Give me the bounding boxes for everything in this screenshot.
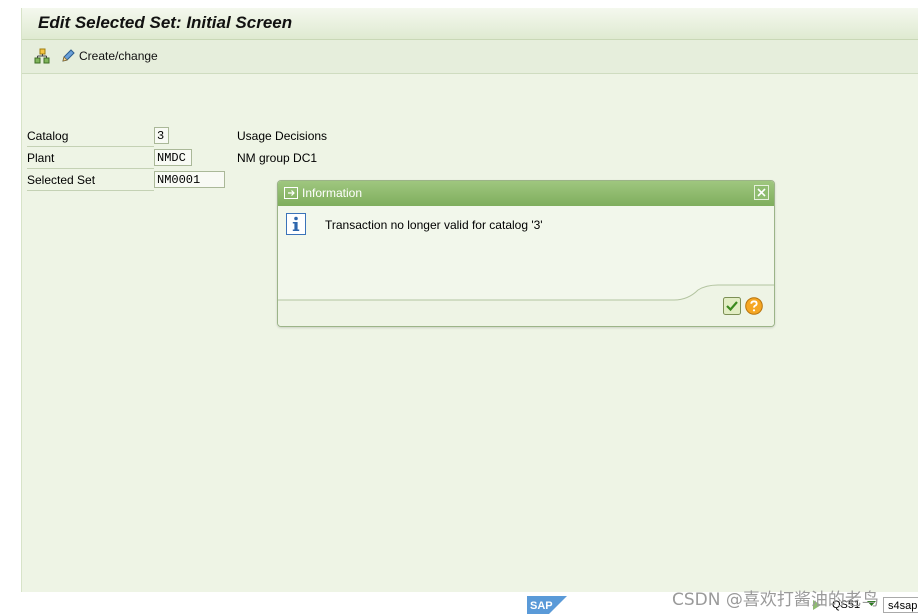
sap-logo: SAP xyxy=(527,596,567,614)
close-icon xyxy=(757,188,766,197)
information-dialog: Information Transaction no longer valid … xyxy=(277,180,775,327)
dialog-window-icon xyxy=(284,187,298,199)
plant-row: Plant NMDC NM group DC1 xyxy=(27,149,427,169)
create-change-label: Create/change xyxy=(79,49,158,63)
close-button[interactable] xyxy=(754,185,769,200)
other-set-button[interactable] xyxy=(34,47,50,65)
catalog-description: Usage Decisions xyxy=(237,129,328,143)
help-icon xyxy=(745,297,763,315)
svg-text:SAP: SAP xyxy=(530,600,553,612)
dialog-header: Information xyxy=(278,181,774,206)
create-change-button[interactable]: Create/change xyxy=(60,47,158,65)
plant-description: NM group DC1 xyxy=(237,151,318,165)
catalog-row: Catalog 3 Usage Decisions xyxy=(27,127,427,147)
dialog-message: Transaction no longer valid for catalog … xyxy=(325,218,543,232)
selected-set-field[interactable]: NM0001 xyxy=(154,171,225,188)
selected-set-label: Selected Set xyxy=(27,171,154,191)
plant-label: Plant xyxy=(27,149,154,169)
info-icon xyxy=(286,213,306,235)
help-button[interactable] xyxy=(745,297,763,315)
page-title: Edit Selected Set: Initial Screen xyxy=(38,13,293,32)
catalog-field[interactable]: 3 xyxy=(154,127,169,144)
confirm-button[interactable] xyxy=(723,297,741,315)
watermark: CSDN @喜欢打酱油的老鸟 xyxy=(672,590,879,610)
title-bar: Edit Selected Set: Initial Screen xyxy=(22,8,918,40)
dialog-footer xyxy=(278,284,774,326)
plant-field[interactable]: NMDC xyxy=(154,149,192,166)
checkmark-icon xyxy=(723,297,741,315)
status-server: s4sap xyxy=(883,597,918,613)
dialog-title: Information xyxy=(302,186,363,200)
catalog-label: Catalog xyxy=(27,127,154,147)
hierarchy-icon xyxy=(34,48,50,64)
application-toolbar: Create/change xyxy=(22,40,918,74)
pencil-icon xyxy=(62,49,75,62)
